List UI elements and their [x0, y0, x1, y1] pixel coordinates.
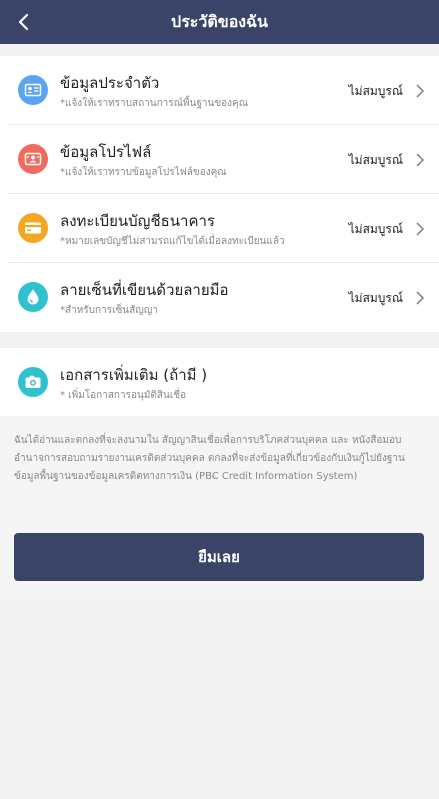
chevron-right-icon [416, 222, 425, 236]
item-title: ข้อมูลประจำตัว [60, 74, 160, 92]
profile-sections-list: ข้อมูลประจำตัว *แจ้งให้เราทราบสถานการณ์พ… [0, 56, 439, 332]
item-subtitle: * เพิ่มโอกาสการอนุมัติสินเชื่อ [60, 390, 187, 401]
bank-card-icon [18, 213, 48, 243]
id-card-icon [18, 75, 48, 105]
borrow-now-button[interactable]: ยืมเลย [14, 533, 424, 581]
item-subtitle: *แจ้งให้เราทราบข้อมูลโปรไฟล์ของคุณ [60, 167, 227, 178]
list-item-identity[interactable]: ข้อมูลประจำตัว *แจ้งให้เราทราบสถานการณ์พ… [8, 56, 439, 125]
item-subtitle: *แจ้งให้เราทราบสถานการณ์พื้นฐานของคุณ [60, 98, 249, 109]
item-status: ไม่สมบูรณ์ [348, 84, 403, 98]
item-title: ลายเซ็นที่เขียนด้วยลายมือ [60, 281, 229, 299]
item-subtitle: *สำหรับการเซ็นสัญญา [60, 305, 158, 316]
item-title: เอกสารเพิ่มเติม (ถ้ามี ) [60, 366, 208, 384]
chevron-right-icon [416, 84, 425, 98]
ink-drop-icon [18, 282, 48, 312]
item-status: ไม่สมบูรณ์ [348, 153, 403, 167]
list-item-bank-account[interactable]: ลงทะเบียนบัญชีธนาคาร *หมายเลขบัญชีไม่สาม… [8, 194, 439, 263]
app-header: ประวัติของฉัน [0, 0, 439, 44]
additional-documents-section: เอกสารเพิ่มเติม (ถ้ามี ) * เพิ่มโอกาสการ… [0, 348, 439, 416]
item-subtitle: *หมายเลขบัญชีไม่สามรถแก้ไขได้เมื่อลงทะเบ… [60, 236, 285, 247]
list-item-signature[interactable]: ลายเซ็นที่เขียนด้วยลายมือ *สำหรับการเซ็น… [8, 263, 439, 332]
list-item-additional-documents[interactable]: เอกสารเพิ่มเติม (ถ้ามี ) * เพิ่มโอกาสการ… [8, 348, 439, 416]
item-title: ลงทะเบียนบัญชีธนาคาร [60, 212, 215, 230]
profile-card-icon [18, 144, 48, 174]
camera-icon [18, 367, 48, 397]
page-title: ประวัติของฉัน [171, 12, 268, 31]
chevron-right-icon [416, 291, 425, 305]
item-status: ไม่สมบูรณ์ [348, 291, 403, 305]
list-item-profile[interactable]: ข้อมูลโปรไฟล์ *แจ้งให้เราทราบข้อมูลโปรไฟ… [8, 125, 439, 194]
footer-section: ฉันได้อ่านและตกลงที่จะลงนามใน สัญญาสินเช… [0, 417, 439, 601]
chevron-right-icon [416, 153, 425, 167]
consent-text: ฉันได้อ่านและตกลงที่จะลงนามใน สัญญาสินเช… [14, 435, 405, 482]
item-status: ไม่สมบูรณ์ [348, 222, 403, 236]
item-title: ข้อมูลโปรไฟล์ [60, 143, 152, 161]
